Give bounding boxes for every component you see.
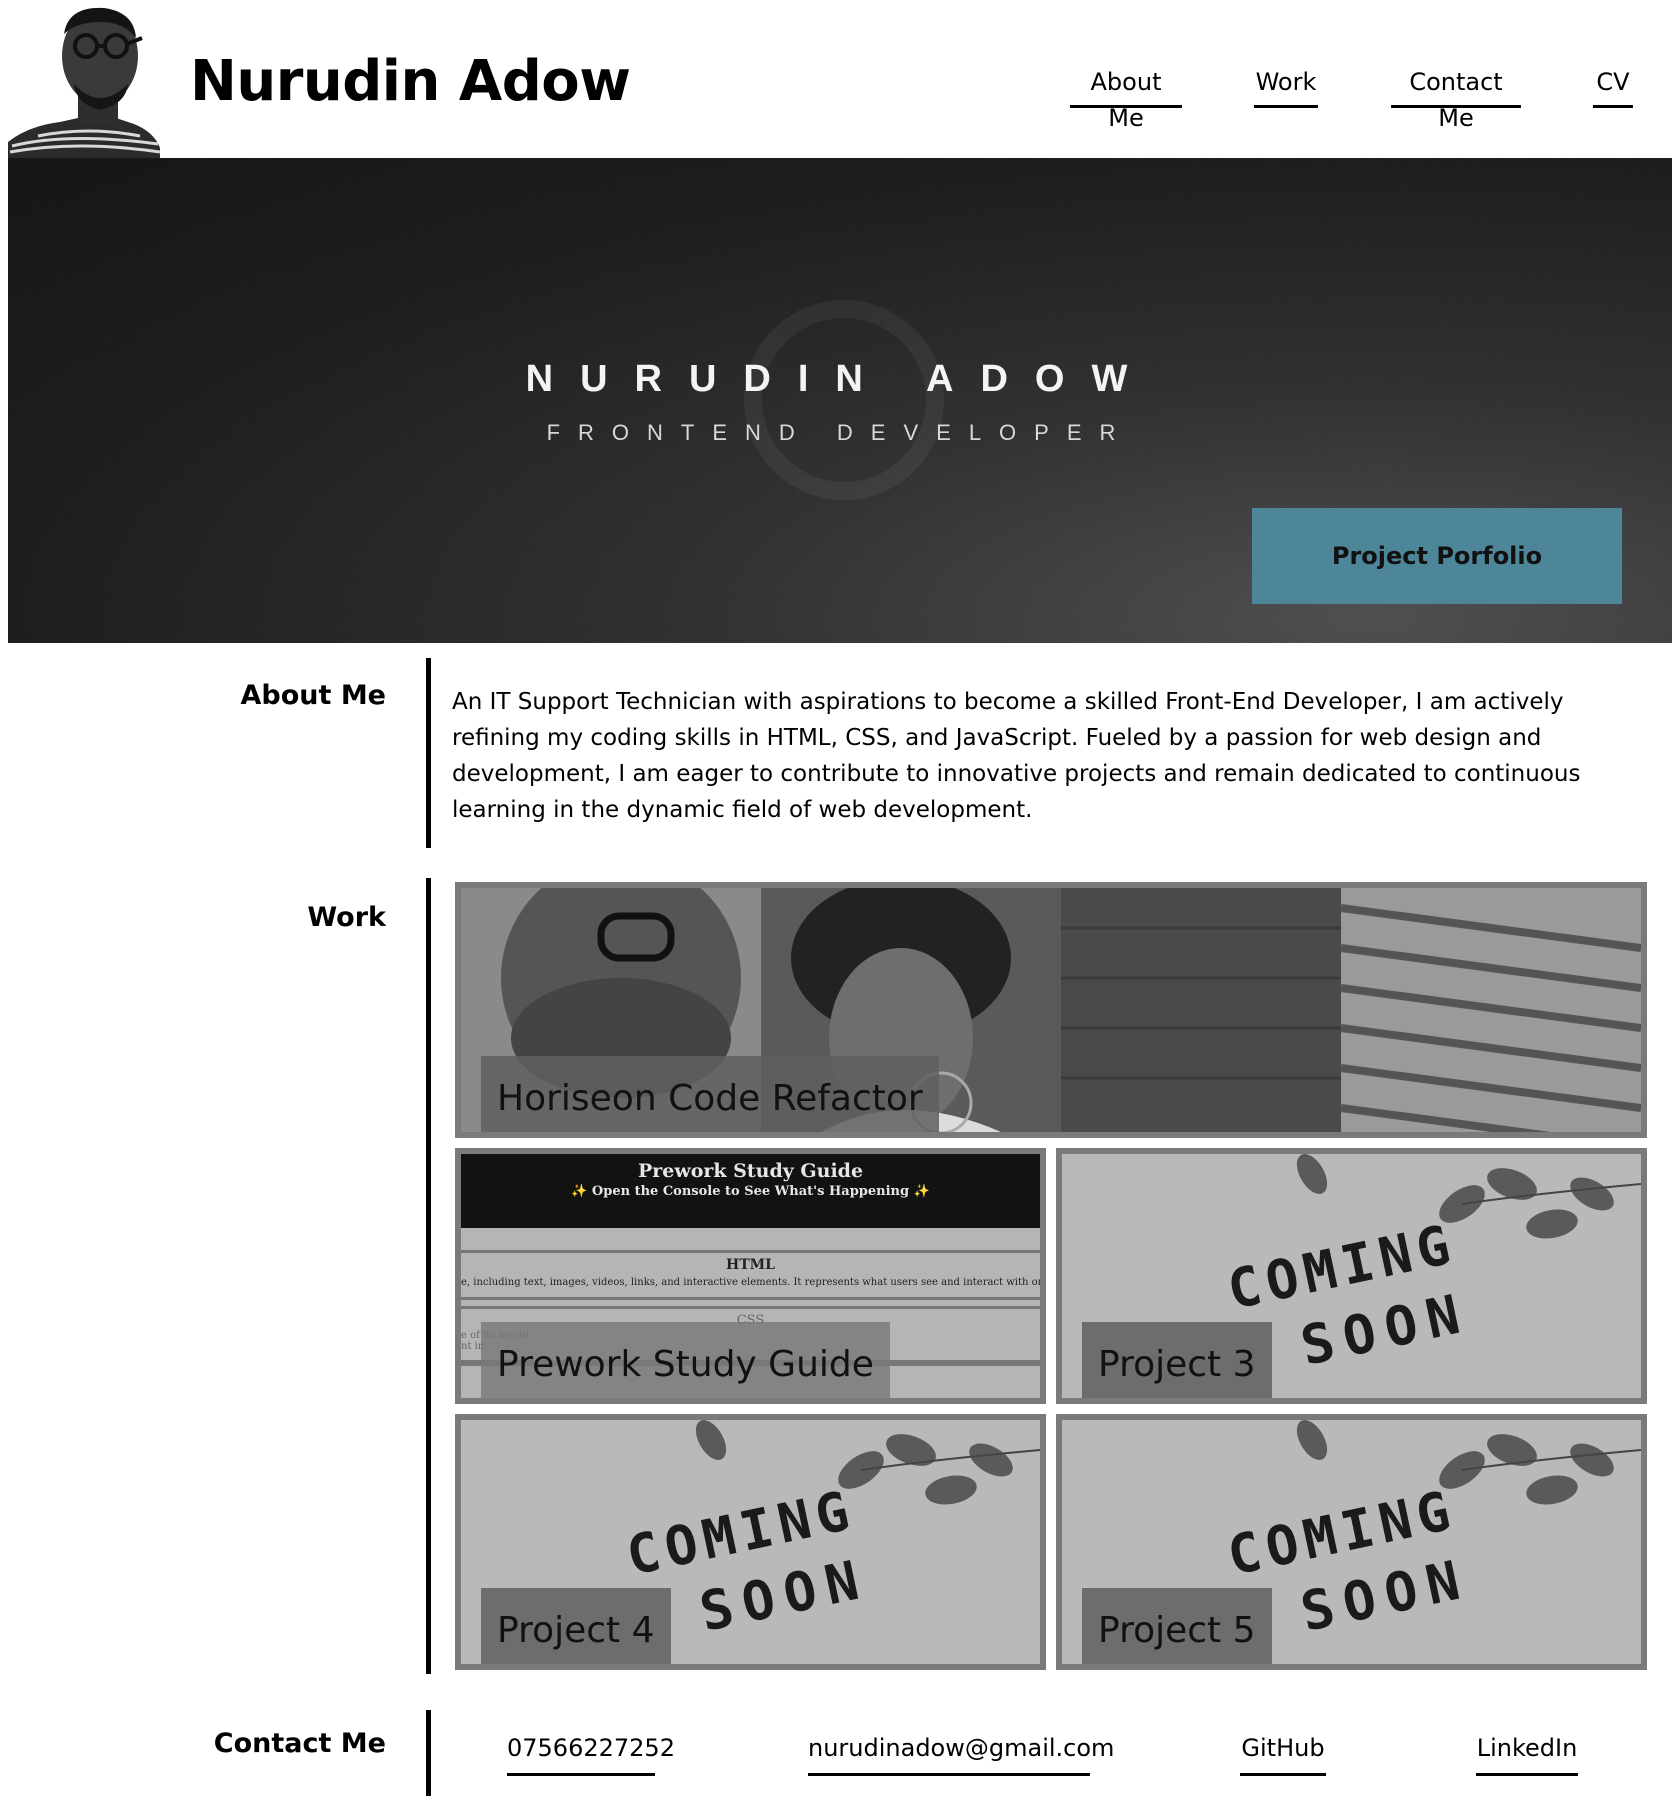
hero-role: FRONTEND DEVELOPER [546, 420, 1134, 445]
preview-header: Prework Study Guide ✨ Open the Console t… [461, 1154, 1040, 1228]
contact-linkedin-link[interactable]: LinkedIn [1476, 1730, 1578, 1776]
project-title: Horiseon Code Refactor [481, 1056, 939, 1132]
avatar [8, 0, 160, 158]
preview-section-text-html: e, including text, images, videos, links… [461, 1277, 1040, 1288]
preview-title: Prework Study Guide [637, 1160, 864, 1182]
work-divider [426, 878, 431, 1674]
contact-email-link[interactable]: nurudinadow@gmail.com [808, 1730, 1114, 1776]
project-title: Project 4 [481, 1588, 671, 1664]
project-title: Prework Study Guide [481, 1322, 890, 1398]
preview-section-html: HTML e, including text, images, videos, … [461, 1250, 1040, 1300]
site-header: Nurudin Adow About Me Work Contact Me CV [0, 0, 1680, 158]
project-tile-prework[interactable]: Prework Study Guide ✨ Open the Console t… [455, 1148, 1046, 1404]
project-title: Project 3 [1082, 1322, 1272, 1398]
site-title: Nurudin Adow [190, 49, 631, 114]
about-divider [426, 658, 431, 848]
about-text: An IT Support Technician with aspiration… [452, 689, 1581, 823]
preview-section-title-html: HTML [726, 1257, 775, 1273]
contact-phone-link[interactable]: 07566227252 [507, 1730, 675, 1776]
project-tile-4[interactable]: COMING SOON Project 4 [455, 1414, 1046, 1670]
nav-work[interactable]: Work [1254, 64, 1318, 108]
project-tile-3[interactable]: COMING SOON Project 3 [1056, 1148, 1647, 1404]
about-heading: About Me [240, 680, 386, 711]
project-tile-5[interactable]: COMING SOON Project 5 [1056, 1414, 1647, 1670]
contact-heading: Contact Me [213, 1728, 386, 1759]
preview-subtitle: ✨ Open the Console to See What's Happeni… [571, 1184, 930, 1199]
project-tile-horiseon[interactable]: Horiseon Code Refactor [455, 882, 1647, 1138]
contact-github-link[interactable]: GitHub [1240, 1730, 1326, 1776]
project-title: Project 5 [1082, 1588, 1272, 1664]
hero-banner: NURUDIN ADOW FRONTEND DEVELOPER Project … [8, 158, 1672, 643]
work-heading: Work [307, 902, 386, 933]
nav-cv[interactable]: CV [1593, 64, 1633, 108]
nav-about-me[interactable]: About Me [1070, 64, 1182, 132]
nav-contact-me[interactable]: Contact Me [1391, 64, 1521, 132]
contact-divider [426, 1710, 431, 1796]
project-portfolio-button[interactable]: Project Porfolio [1252, 508, 1622, 604]
hero-name: NURUDIN ADOW [525, 358, 1155, 400]
